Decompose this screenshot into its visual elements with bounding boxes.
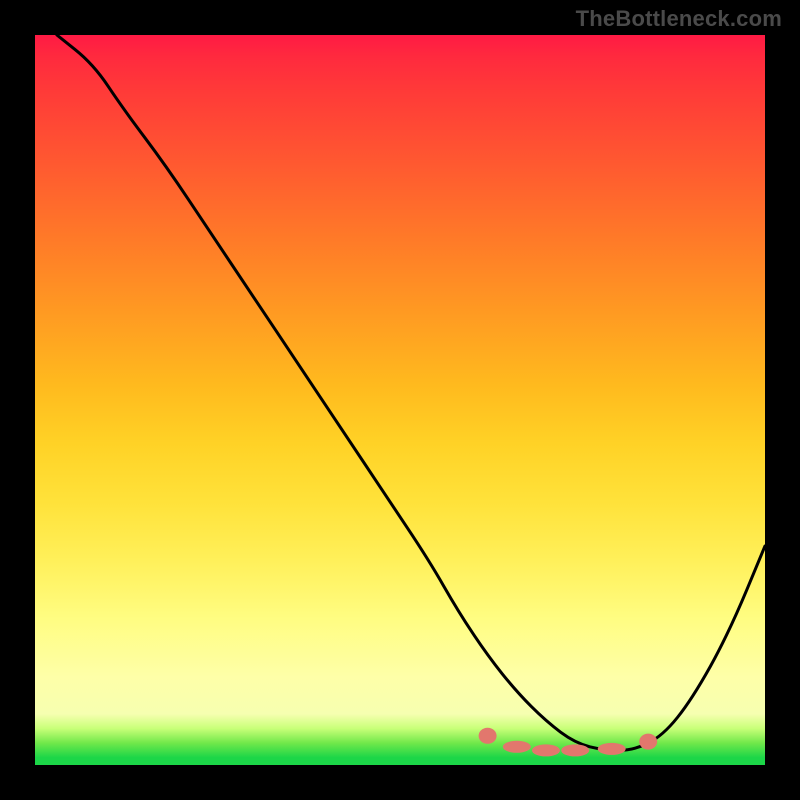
plot-area — [35, 35, 765, 765]
trough-marker — [561, 744, 589, 756]
chart-svg — [35, 35, 765, 765]
trough-marker — [479, 728, 497, 744]
chart-root: TheBottleneck.com — [0, 0, 800, 800]
trough-marker — [503, 741, 531, 753]
trough-marker — [532, 744, 560, 756]
trough-marker — [639, 734, 657, 750]
bottleneck-curve-path — [57, 35, 765, 750]
trough-marker-group — [479, 728, 658, 757]
trough-marker — [598, 743, 626, 755]
watermark-label: TheBottleneck.com — [576, 6, 782, 32]
